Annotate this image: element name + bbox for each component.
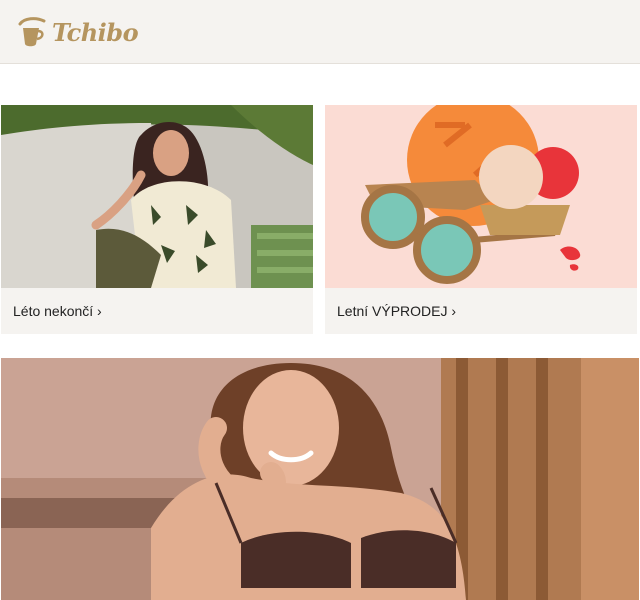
promo-tile-caption: Letní VÝPRODEJ › <box>337 303 457 319</box>
logo-wordmark: Tchibo <box>52 17 139 47</box>
tchibo-cup-icon <box>18 17 46 47</box>
promo-tile-sale[interactable]: Letní VÝPRODEJ › <box>325 105 637 334</box>
promo-tile-summer[interactable]: Léto nekončí › <box>1 105 313 334</box>
woman-in-floral-shirt-photo <box>1 105 313 288</box>
sunglasses-and-ice-cream-illustration <box>325 105 637 288</box>
smiling-woman-in-brown-lingerie-photo <box>1 358 639 600</box>
promo-tile-caption: Léto nekončí › <box>13 303 102 319</box>
tchibo-logo[interactable]: Tchibo <box>14 12 139 52</box>
hero-banner[interactable] <box>1 358 639 600</box>
site-header: Tchibo <box>0 0 640 64</box>
